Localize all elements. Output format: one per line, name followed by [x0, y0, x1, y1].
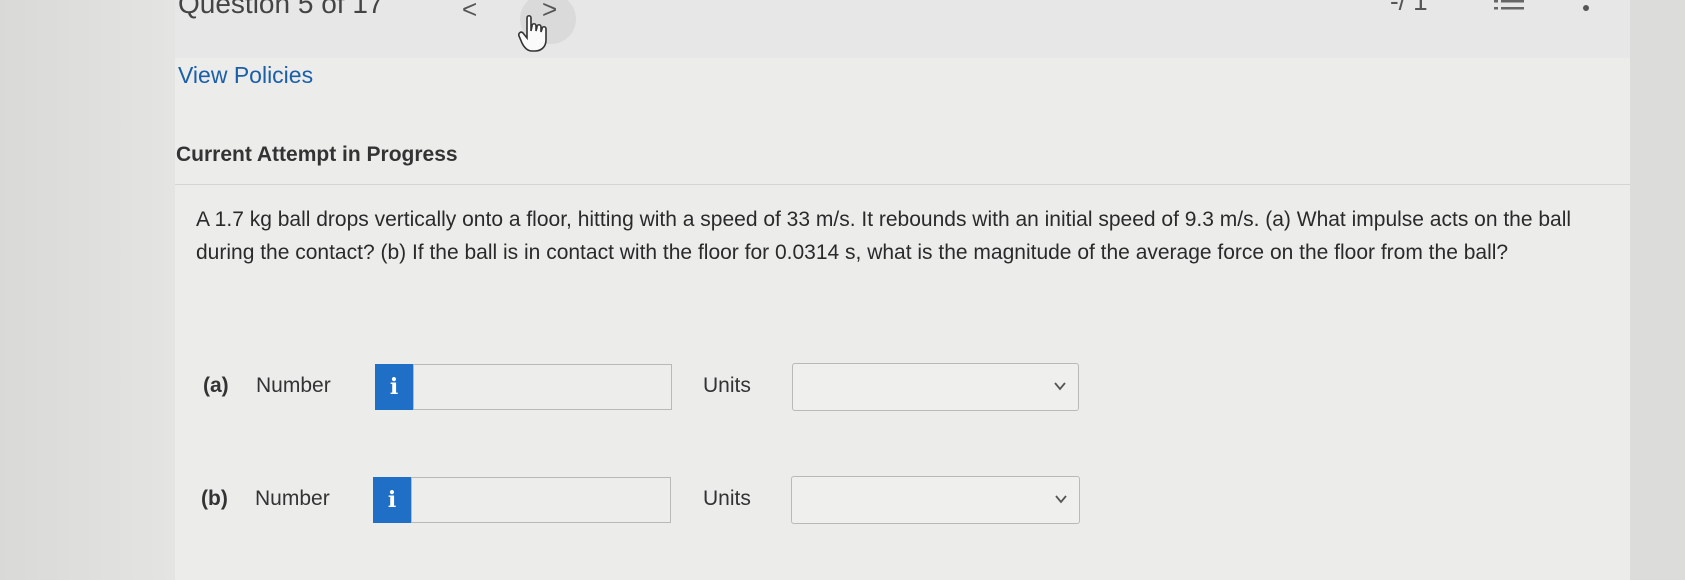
score-indicator: -/ 1	[1390, 0, 1428, 16]
more-options-icon[interactable]	[1582, 0, 1590, 14]
info-button[interactable]: i	[373, 477, 411, 523]
number-label: Number	[255, 487, 330, 510]
number-input-a[interactable]	[413, 364, 672, 410]
divider	[175, 184, 1630, 185]
answer-row-a: (a) Number i Units	[0, 362, 1685, 412]
chevron-down-icon	[1055, 495, 1067, 504]
list-icon[interactable]	[1494, 0, 1524, 16]
hand-cursor-icon	[518, 14, 547, 52]
chevron-down-icon	[1054, 382, 1066, 391]
units-label: Units	[703, 374, 751, 397]
question-counter: Question 5 of 17	[178, 0, 384, 19]
question-text: A 1.7 kg ball drops vertically onto a fl…	[196, 208, 1572, 264]
previous-question-button[interactable]: <	[462, 0, 477, 25]
number-input-b[interactable]	[411, 477, 671, 523]
number-label: Number	[256, 374, 331, 397]
units-select-a[interactable]	[792, 363, 1079, 411]
part-label: (a)	[203, 374, 229, 397]
units-label: Units	[703, 487, 751, 510]
part-label: (b)	[201, 487, 228, 510]
view-policies-link[interactable]: View Policies	[178, 62, 313, 89]
answer-row-b: (b) Number i Units	[0, 475, 1685, 525]
info-button[interactable]: i	[375, 364, 413, 410]
attempt-heading: Current Attempt in Progress	[176, 143, 458, 166]
units-select-b[interactable]	[791, 476, 1080, 524]
